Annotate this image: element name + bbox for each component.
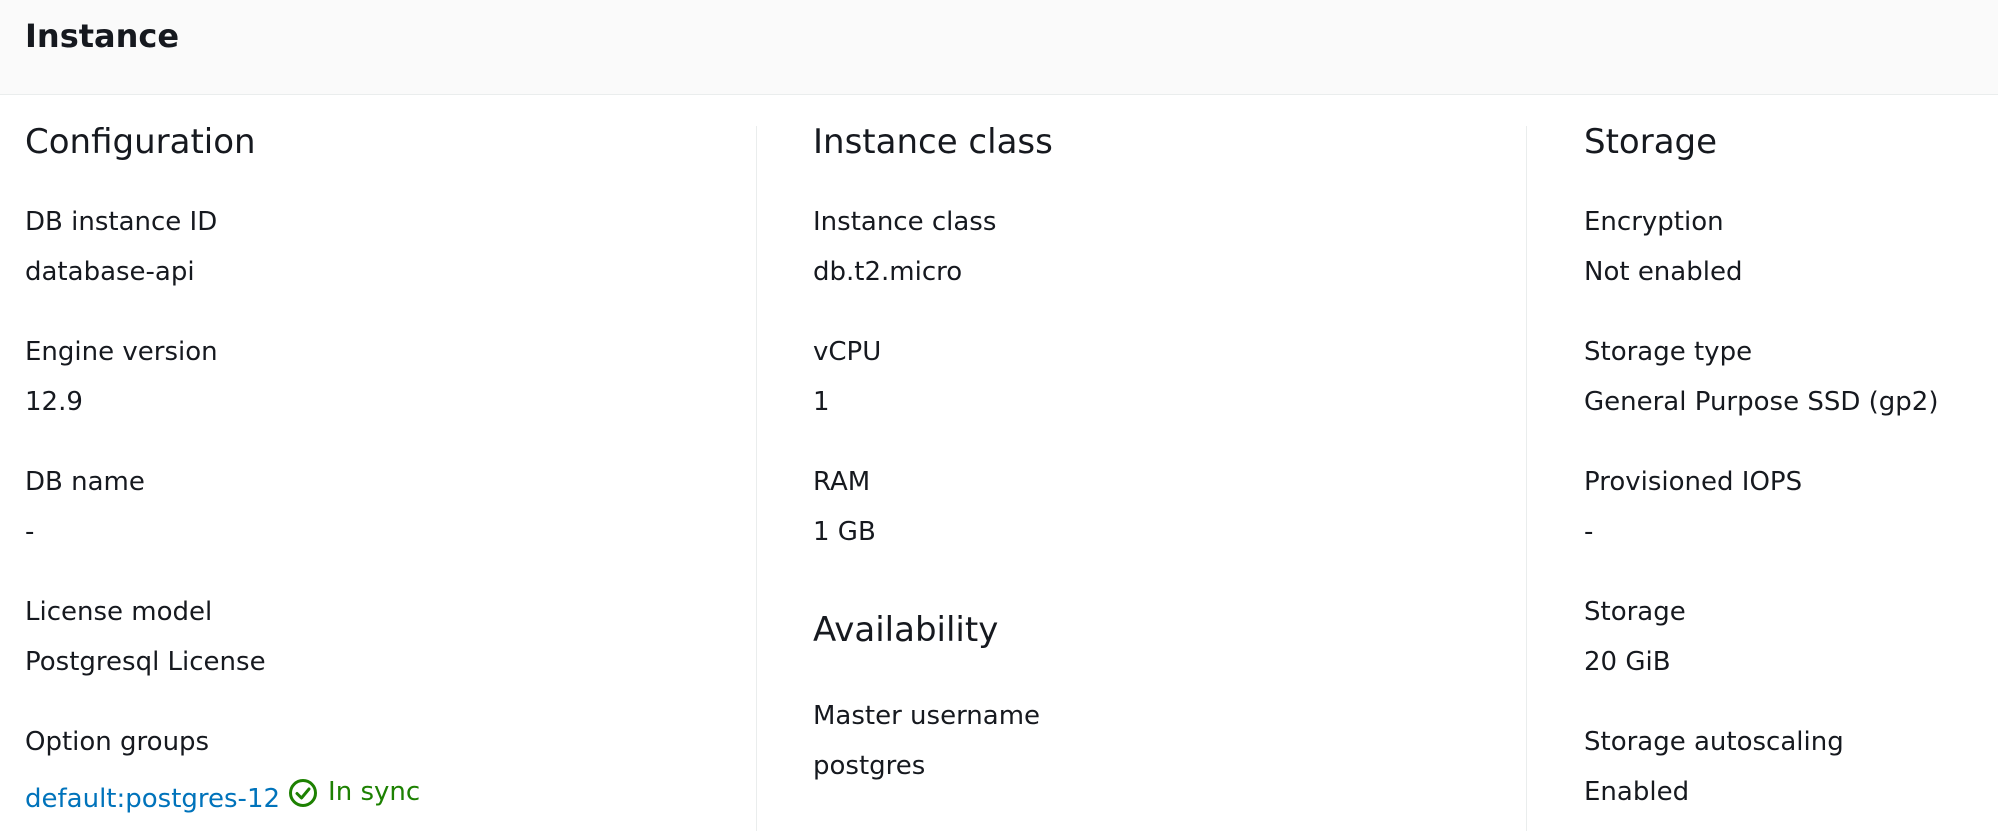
field-vcpu: vCPU 1 bbox=[813, 323, 1543, 453]
field-value: 12.9 bbox=[25, 387, 83, 417]
field-db-instance-id: DB instance ID database-api bbox=[25, 193, 772, 323]
instance-panel: Instance Configuration DB instance ID da… bbox=[0, 0, 1998, 831]
storage-title: Storage bbox=[1584, 122, 1718, 162]
field-value: Postgresql License bbox=[25, 647, 266, 677]
field-label: Engine version bbox=[25, 337, 218, 367]
field-encryption: Encryption Not enabled bbox=[1584, 193, 1998, 323]
field-label: Storage type bbox=[1584, 337, 1753, 367]
storage-column: Storage Encryption Not enabled Storage t… bbox=[1543, 95, 1998, 831]
configuration-column: Configuration DB instance ID database-ap… bbox=[0, 95, 772, 831]
panel-title: Instance bbox=[25, 17, 180, 55]
field-storage-autoscaling: Storage autoscaling Enabled bbox=[1584, 713, 1998, 831]
field-ram: RAM 1 GB bbox=[813, 453, 1543, 583]
field-storage-type: Storage type General Purpose SSD (gp2) bbox=[1584, 323, 1998, 453]
field-label: vCPU bbox=[813, 337, 882, 367]
field-value: database-api bbox=[25, 257, 195, 287]
field-value: Enabled bbox=[1584, 777, 1690, 807]
field-master-username: Master username postgres bbox=[813, 687, 1543, 817]
field-storage: Storage 20 GiB bbox=[1584, 583, 1998, 713]
instance-class-title: Instance class bbox=[813, 122, 1053, 162]
instance-class-column: Instance class Instance class db.t2.micr… bbox=[772, 95, 1543, 831]
field-option-groups: Option groups default:postgres-12 In sync bbox=[25, 713, 772, 831]
check-circle-icon bbox=[288, 778, 318, 808]
field-instance-class: Instance class db.t2.micro bbox=[813, 193, 1543, 323]
field-value: - bbox=[1584, 517, 1594, 547]
field-value: 20 GiB bbox=[1584, 647, 1671, 677]
field-value: Not enabled bbox=[1584, 257, 1743, 287]
field-label: Storage bbox=[1584, 597, 1686, 627]
panel-header: Instance bbox=[0, 0, 1998, 95]
field-db-name: DB name - bbox=[25, 453, 772, 583]
sync-status-label: In sync bbox=[328, 777, 421, 807]
field-engine-version: Engine version 12.9 bbox=[25, 323, 772, 453]
field-label: Storage autoscaling bbox=[1584, 727, 1844, 757]
field-provisioned-iops: Provisioned IOPS - bbox=[1584, 453, 1998, 583]
details-columns: Configuration DB instance ID database-ap… bbox=[0, 95, 1998, 831]
field-label: License model bbox=[25, 597, 213, 627]
field-value: 1 GB bbox=[813, 517, 876, 547]
field-value: 1 bbox=[813, 387, 830, 417]
field-label: Provisioned IOPS bbox=[1584, 467, 1803, 497]
option-group-link[interactable]: default:postgres-12 bbox=[25, 784, 280, 814]
field-value: db.t2.micro bbox=[813, 257, 963, 287]
field-label: DB name bbox=[25, 467, 145, 497]
field-license-model: License model Postgresql License bbox=[25, 583, 772, 713]
field-label: Encryption bbox=[1584, 207, 1724, 237]
field-label: DB instance ID bbox=[25, 207, 218, 237]
field-label: Instance class bbox=[813, 207, 997, 237]
field-value: General Purpose SSD (gp2) bbox=[1584, 387, 1939, 417]
field-value: postgres bbox=[813, 751, 926, 781]
configuration-title: Configuration bbox=[25, 122, 256, 162]
availability-title: Availability bbox=[813, 610, 999, 650]
field-label: RAM bbox=[813, 467, 871, 497]
field-label: Option groups bbox=[25, 727, 210, 757]
sync-status: In sync bbox=[288, 777, 420, 807]
field-value: default:postgres-12 In sync bbox=[25, 757, 772, 814]
field-value: - bbox=[25, 517, 35, 547]
field-label: Master username bbox=[813, 701, 1041, 731]
